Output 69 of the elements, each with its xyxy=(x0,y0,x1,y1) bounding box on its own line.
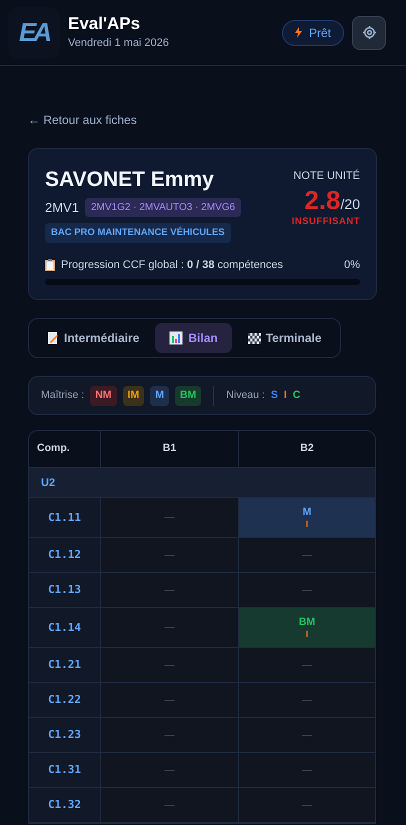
empty-cell[interactable]: — xyxy=(238,753,375,788)
mastery-tag: M xyxy=(150,386,169,406)
settings-button[interactable] xyxy=(352,16,386,50)
empty-cell[interactable]: — xyxy=(100,683,238,718)
empty-cell[interactable]: — xyxy=(100,608,238,648)
column-header: B2 xyxy=(238,431,375,468)
back-link[interactable]: ← Retour aux fiches xyxy=(28,111,378,129)
mastery-text: M xyxy=(302,506,312,519)
group-label: U2 xyxy=(41,476,56,490)
mastery-text: BM xyxy=(298,616,316,629)
empty-cell[interactable]: — xyxy=(100,718,238,752)
level-letter: S xyxy=(270,388,278,403)
progress-percent: 0% xyxy=(344,258,360,273)
lightning-icon xyxy=(294,27,302,38)
groups-tag: 2MV1G2 · 2MVAUTO3 · 2MVG6 xyxy=(84,198,242,218)
mastery-tag: BM xyxy=(174,386,202,406)
tab[interactable]: Intermédiaire xyxy=(33,323,154,354)
date-text: Vendredi 1 mai 2026 xyxy=(68,36,169,52)
tab[interactable]: Terminale xyxy=(234,323,336,354)
tab[interactable]: Bilan xyxy=(155,323,232,354)
competency-cell: C1.13 xyxy=(29,573,100,608)
empty-cell[interactable]: — xyxy=(100,573,238,608)
status-button[interactable]: Prêt xyxy=(282,20,344,46)
competency-cell: C1.12 xyxy=(29,538,100,572)
evaluation-cell[interactable]: M I xyxy=(238,498,375,538)
competency-cell: C1.22 xyxy=(29,683,100,718)
competency-cell: C1.11 xyxy=(29,498,100,538)
empty-cell[interactable]: — xyxy=(100,498,238,538)
empty-cell[interactable]: — xyxy=(100,753,238,788)
competency-cell: C1.32 xyxy=(29,788,100,822)
empty-cell[interactable]: — xyxy=(100,648,238,682)
mastery-tag: NM xyxy=(90,386,117,406)
competency-cell: C1.14 xyxy=(29,608,100,648)
checkered-flag-icon xyxy=(248,332,261,344)
empty-cell[interactable]: — xyxy=(100,538,238,572)
empty-cell[interactable]: — xyxy=(100,788,238,822)
competency-cell: C1.21 xyxy=(29,648,100,682)
mastery-tag: IM xyxy=(122,386,144,406)
level-label: Niveau : xyxy=(226,388,265,403)
empty-cell[interactable]: — xyxy=(238,538,375,572)
competency-cell: C1.31 xyxy=(29,753,100,788)
empty-cell[interactable]: — xyxy=(238,718,375,752)
empty-cell[interactable]: — xyxy=(238,573,375,608)
competency-cell: C1.23 xyxy=(29,718,100,752)
column-header: Comp. xyxy=(36,441,71,456)
column-header: B1 xyxy=(100,431,238,468)
settings-icon xyxy=(362,25,376,40)
grade-max: /20 xyxy=(340,194,360,214)
grade-value: 2.8 xyxy=(304,184,341,214)
empty-cell[interactable]: — xyxy=(238,788,375,822)
level-text: I xyxy=(306,518,308,530)
evaluation-cell[interactable]: BM I xyxy=(238,608,375,648)
mastery-label: Maîtrise : xyxy=(41,388,84,403)
bar-chart-icon xyxy=(169,331,184,346)
verdict-text: INSUFFISANT xyxy=(292,214,360,228)
grade-label: NOTE UNITÉ xyxy=(293,168,360,184)
level-letter: C xyxy=(292,388,300,403)
level-letter: I xyxy=(284,388,287,403)
empty-cell[interactable]: — xyxy=(238,648,375,682)
level-text: I xyxy=(306,628,308,640)
app-title: Eval'APs xyxy=(68,13,142,36)
class-text: 2MV1 xyxy=(45,199,79,217)
student-name: SAVONET Emmy xyxy=(45,167,215,193)
memo-icon xyxy=(47,331,59,346)
app-logo: EA xyxy=(8,6,60,58)
progress-text: Progression CCF global : 0 / 38 compétences xyxy=(61,258,283,273)
empty-cell[interactable]: — xyxy=(238,683,375,718)
program-tag: BAC PRO MAINTENANCE VÉHICULES xyxy=(45,222,231,243)
clipboard-icon xyxy=(45,259,55,271)
